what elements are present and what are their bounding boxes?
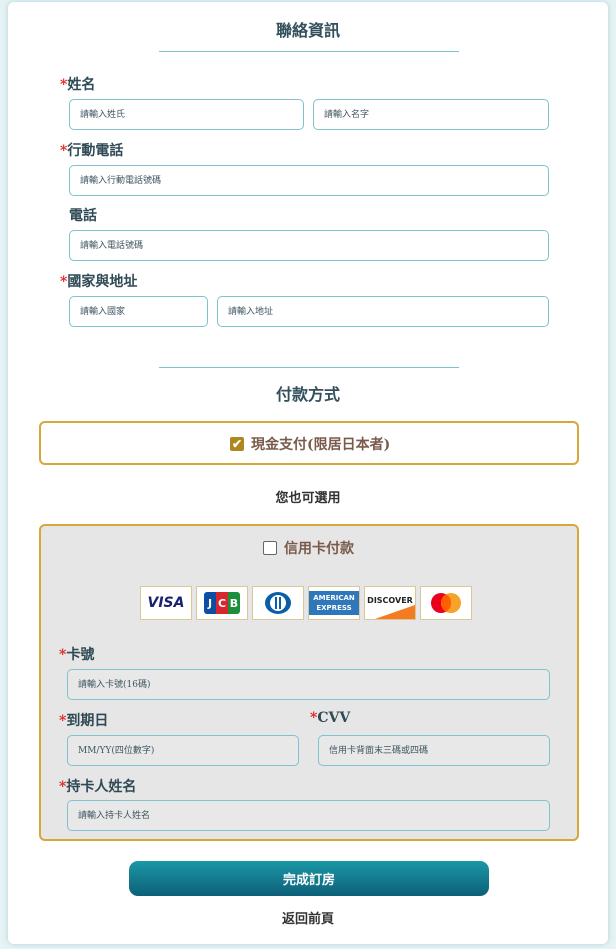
phone-input[interactable] [69,230,549,261]
credit-card-checkbox[interactable] [263,541,277,555]
card-number-label: *卡號 [59,647,95,663]
payment-section-title: 付款方式 [275,385,340,404]
cash-checkbox[interactable]: ✔ [230,437,244,451]
alternative-text: 您也可選用 [275,491,341,506]
jcb-logo: J C B [196,586,248,620]
credit-card-label: 信用卡付款 [284,541,354,557]
contact-section-title: 聯絡資訊 [275,21,340,40]
payment-divider [159,367,459,368]
credit-card-option[interactable]: 信用卡付款 [263,538,354,558]
address-label: *國家與地址 [60,274,138,290]
complete-booking-button[interactable]: 完成訂房 [129,861,489,896]
visa-logo: VISA [140,586,192,620]
mastercard-logo [420,586,472,620]
expiry-input[interactable] [67,735,299,766]
country-input[interactable] [69,296,208,327]
name-label: *姓名 [60,77,96,93]
contact-divider [159,51,459,52]
cash-payment-option[interactable]: ✔ 現金支付(限居日本者) [230,434,390,454]
cardholder-input[interactable] [67,800,550,831]
mobile-label: *行動電話 [60,143,124,159]
cvv-input[interactable] [318,735,550,766]
back-link[interactable]: 返回前頁 [0,908,616,927]
cvv-label: *CVV [310,710,351,726]
mobile-input[interactable] [69,165,549,196]
expiry-label: *到期日 [59,713,109,729]
lastname-input[interactable] [69,99,304,130]
card-brand-logos: VISA J C B AMERICAN EXPRESS DISCOVER [140,586,472,620]
cardholder-label: *持卡人姓名 [59,779,137,795]
cash-payment-label: 現金支付(限居日本者) [251,437,391,453]
card-number-input[interactable] [67,669,550,700]
firstname-input[interactable] [313,99,549,130]
amex-logo: AMERICAN EXPRESS [308,586,360,620]
diners-club-logo [252,586,304,620]
discover-logo: DISCOVER [364,586,416,620]
phone-label: 電話 [69,208,97,224]
address-input[interactable] [217,296,549,327]
